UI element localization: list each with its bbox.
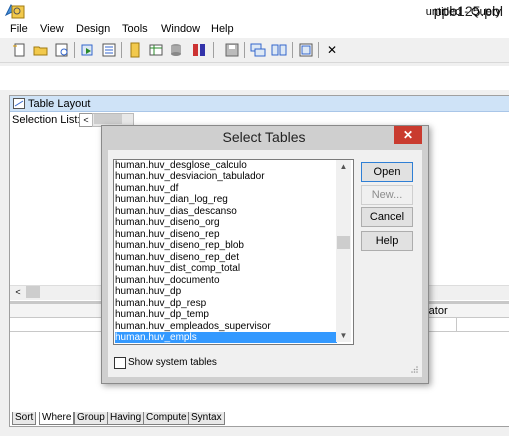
dialog-title: Select Tables (222, 129, 306, 145)
menu-window[interactable]: Window (161, 23, 200, 35)
scroll-up-arrow-icon[interactable]: ▲ (336, 161, 351, 173)
cascade-icon[interactable] (250, 42, 266, 58)
table-list-item[interactable]: human.huv_diseno_rep_blob (115, 240, 337, 251)
save-icon[interactable] (224, 42, 240, 58)
tab-having[interactable]: Having (107, 412, 145, 425)
toolbar-separator (292, 42, 293, 58)
selection-scroll-left-button[interactable]: < (79, 113, 93, 127)
show-system-tables-checkbox[interactable] (114, 357, 126, 369)
tables-scroll-thumb[interactable] (337, 236, 350, 249)
table-list-item[interactable]: human.huv_dp_resp (115, 298, 337, 309)
sql-icon[interactable] (191, 42, 207, 58)
selection-list-label: Selection List: (12, 114, 81, 126)
table-list-item[interactable]: human.huv_diseno_org (115, 217, 337, 228)
menu-tools[interactable]: Tools (122, 23, 148, 35)
table-layout-title: Table Layout (28, 98, 91, 110)
resize-grip-icon[interactable] (410, 365, 418, 373)
preview-icon[interactable] (54, 42, 70, 58)
query-window-header (0, 66, 509, 90)
tab-where[interactable]: Where (39, 412, 75, 425)
table-list-item[interactable]: human.huv_diseno_rep (115, 229, 337, 240)
table-list-item[interactable]: human.huv_dist_comp_total (115, 263, 337, 274)
dialog-close-button[interactable]: ✕ (394, 126, 422, 144)
tab-syntax[interactable]: Syntax (188, 412, 225, 425)
toolbar: ✕ (0, 38, 509, 63)
cancel-button[interactable]: Cancel (361, 207, 413, 227)
close-icon[interactable]: ✕ (324, 42, 340, 58)
query-icon (11, 5, 25, 19)
tab-sort[interactable]: Sort (12, 412, 37, 425)
show-system-tables-label[interactable]: Show system tables (128, 357, 217, 368)
table-list-item[interactable]: human.huv_documento (115, 275, 337, 286)
scroll-down-arrow-icon[interactable]: ▼ (336, 330, 351, 342)
menu-help[interactable]: Help (211, 23, 234, 35)
new-button[interactable]: New... (361, 185, 413, 205)
help-button[interactable]: Help (361, 231, 413, 251)
table-list-item[interactable]: human.huv_dp (115, 286, 337, 297)
table-list-item[interactable]: human.huv_dian_log_reg (115, 194, 337, 205)
menu-design[interactable]: Design (76, 23, 110, 35)
selection-scroll-thumb[interactable] (94, 114, 122, 124)
table-icon[interactable] (148, 42, 164, 58)
tab-group[interactable]: Group (74, 412, 108, 425)
table-layout-icon (13, 98, 25, 109)
query-tabs: Sort Where Group Having Compute Syntax (10, 412, 509, 426)
toolbar-separator (244, 42, 245, 58)
database-icon[interactable] (168, 42, 184, 58)
query-window-title: untitled - Query (425, 6, 501, 18)
data-icon[interactable] (101, 42, 117, 58)
grid-divider (456, 318, 457, 331)
layout-scroll-thumb[interactable] (26, 286, 40, 298)
run-icon[interactable] (80, 42, 96, 58)
window-icon[interactable] (298, 42, 314, 58)
table-list-item-selected[interactable]: human.huv_empls (115, 332, 337, 343)
toolbar-separator (121, 42, 122, 58)
toolbar-separator (318, 42, 319, 58)
new-icon[interactable] (12, 42, 28, 58)
table-list-item[interactable]: human.huv_dp_temp (115, 309, 337, 320)
open-icon[interactable] (33, 42, 49, 58)
table-list-item[interactable]: human.huv_desglose_calculo (115, 160, 337, 171)
tables-vertical-scrollbar[interactable] (336, 160, 351, 342)
menu-bar: File View Design Tools Window Help (0, 22, 509, 38)
table-list-item[interactable]: human.huv_empleados_supervisor (115, 321, 337, 332)
menu-file[interactable]: File (10, 23, 28, 35)
table-list-item[interactable]: human.huv_df (115, 183, 337, 194)
table-list-item[interactable]: human.huv_diseno_rep_det (115, 252, 337, 263)
layout-scroll-left-button[interactable]: < (12, 286, 24, 298)
arrange-icon[interactable] (127, 42, 143, 58)
table-list-item[interactable]: human.huv_dias_descanso (115, 206, 337, 217)
menu-view[interactable]: View (40, 23, 64, 35)
open-button[interactable]: Open (361, 162, 413, 182)
toolbar-separator (74, 42, 75, 58)
table-list-item[interactable]: human.huv_desviacion_tabulador (115, 171, 337, 182)
tab-compute[interactable]: Compute (143, 412, 190, 425)
toolbar-separator (213, 42, 214, 58)
tile-icon[interactable] (271, 42, 287, 58)
